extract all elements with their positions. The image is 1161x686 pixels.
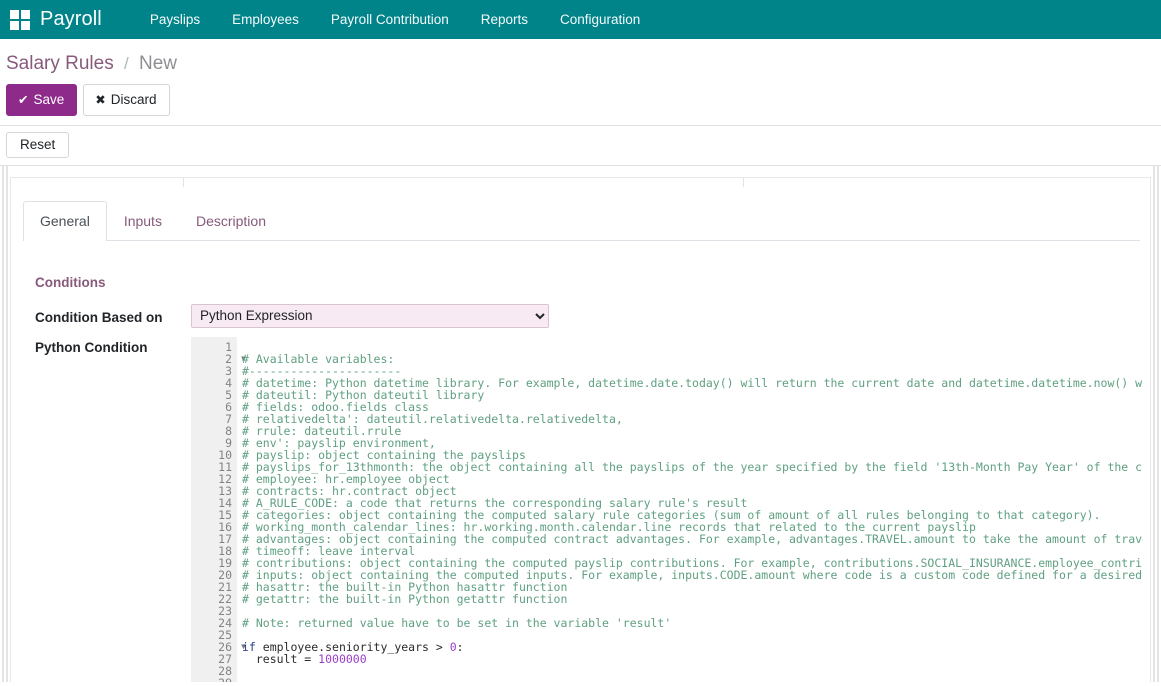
nav-item-employees[interactable]: Employees (216, 0, 315, 39)
code-line-number: 22 (218, 591, 232, 606)
discard-button[interactable]: ✖ Discard (83, 83, 170, 117)
code-line: if employee.seniority_years > 0: (242, 639, 464, 654)
code-line: # Note: returned value have to be set in… (242, 615, 672, 630)
save-button[interactable]: ✔ Save (6, 83, 78, 117)
value-python-condition: 1 2 ▼ 3 4 5 6 7 8 9 10 11 12 13 14 15 16 17 18 19 20 21 22 23 24… (191, 334, 1150, 683)
code-line-number: 13 (218, 483, 232, 498)
code-line-number: 5 (225, 387, 232, 402)
breadcrumb: Salary Rules / New (0, 47, 1161, 80)
code-line-number: 17 (218, 531, 232, 546)
code-line-number: 6 (225, 399, 232, 414)
code-line-number: 9 (225, 435, 232, 450)
grid-apps-icon[interactable] (10, 9, 30, 30)
code-line-number: 23 (218, 603, 232, 618)
code-line: # getattr: the built-in Python getattr f… (242, 591, 568, 606)
discard-button-label: Discard (110, 91, 157, 107)
code-content[interactable]: # Available variables: #-----------------… (237, 337, 1143, 683)
label-condition-based-on: Condition Based on (35, 309, 163, 325)
reset-button[interactable]: Reset (6, 132, 70, 159)
sheet-tick-mark (743, 178, 744, 188)
code-line: result = 1000000 (242, 651, 367, 666)
breadcrumb-separator: / (124, 54, 129, 73)
code-line-number: 18 (218, 543, 232, 558)
code-line-number: 21 (218, 579, 232, 594)
code-gutter: 1 2 ▼ 3 4 5 6 7 8 9 10 11 12 13 14 15 16 17 18 19 20 21 22 23 24… (191, 336, 246, 683)
nav-item-configuration[interactable]: Configuration (544, 0, 656, 39)
form-sheet: General Inputs Description Conditions Co… (10, 177, 1151, 683)
breadcrumb-item-new: New (139, 53, 178, 74)
sheet-tick-mark (183, 178, 184, 188)
record-action-buttons: ✔ Save ✖ Discard (0, 80, 1161, 126)
code-line-number: 1 (225, 339, 232, 354)
code-line-number: 15 (218, 507, 232, 522)
code-line-number: 26 ▼ (218, 639, 246, 654)
save-button-label: Save (33, 91, 65, 107)
group-title-conditions: Conditions (35, 274, 106, 290)
field-row-python-condition: Python Condition 1 2 ▼ 3 4 5 6 7 8 9 10 11 12 13 14 15 1… (23, 334, 1150, 683)
conditions-group: Conditions Condition Based on Python Exp… (11, 241, 1150, 683)
code-line-number: 3 (225, 363, 232, 378)
python-code-editor[interactable]: 1 2 ▼ 3 4 5 6 7 8 9 10 11 12 13 14 15 16 17 18 19 20 21 22 23 24… (191, 336, 1143, 683)
notebook-tabs: General Inputs Description (23, 201, 1140, 241)
code-line-number: 24 (218, 615, 232, 630)
code-line-number: 16 (218, 519, 232, 534)
code-line-number: 20 (218, 567, 232, 582)
tab-general[interactable]: General (23, 201, 107, 241)
code-line-number: 19 (218, 555, 232, 570)
code-line-number: 11 (218, 459, 232, 474)
code-line-number: 29 (191, 677, 237, 683)
code-line-number: 12 (218, 471, 232, 486)
code-line-number: 14 (218, 495, 232, 510)
breadcrumb-item-salary-rules[interactable]: Salary Rules (6, 53, 114, 74)
code-line-number: 4 (225, 375, 232, 390)
right-edge-stripes (1151, 166, 1161, 683)
statusbar-buttons: Reset (0, 126, 1161, 167)
value-condition-based-on: Python Expression (191, 303, 1150, 328)
control-panel: Salary Rules / New ✔ Save ✖ Discard (0, 39, 1161, 127)
code-line-number: 8 (225, 423, 232, 438)
condition-based-on-select[interactable]: Python Expression (191, 303, 549, 328)
left-edge-stripes (0, 166, 10, 683)
nav-item-reports[interactable]: Reports (465, 0, 544, 39)
field-row-condition-based-on: Condition Based on Python Expression (23, 303, 1150, 328)
code-line-number: 2 ▼ (225, 351, 246, 366)
code-line-number: 7 (225, 411, 232, 426)
check-icon: ✔ (18, 92, 29, 107)
code-line-number: 27 (218, 651, 232, 666)
nav-item-payroll-contribution[interactable]: Payroll Contribution (315, 0, 465, 39)
form-view-area: General Inputs Description Conditions Co… (0, 166, 1161, 683)
label-python-condition: Python Condition (35, 339, 148, 355)
code-line-number: 28 (218, 663, 232, 678)
tab-description[interactable]: Description (179, 201, 283, 240)
tab-inputs[interactable]: Inputs (107, 201, 179, 240)
app-brand-payroll[interactable]: Payroll (40, 8, 102, 31)
close-x-icon: ✖ (95, 92, 106, 107)
code-line-number: 10 (218, 447, 232, 462)
nav-item-payslips[interactable]: Payslips (134, 0, 216, 39)
code-line-number: 25 (218, 627, 232, 642)
top-navbar: Payroll Payslips Employees Payroll Contr… (0, 0, 1161, 39)
